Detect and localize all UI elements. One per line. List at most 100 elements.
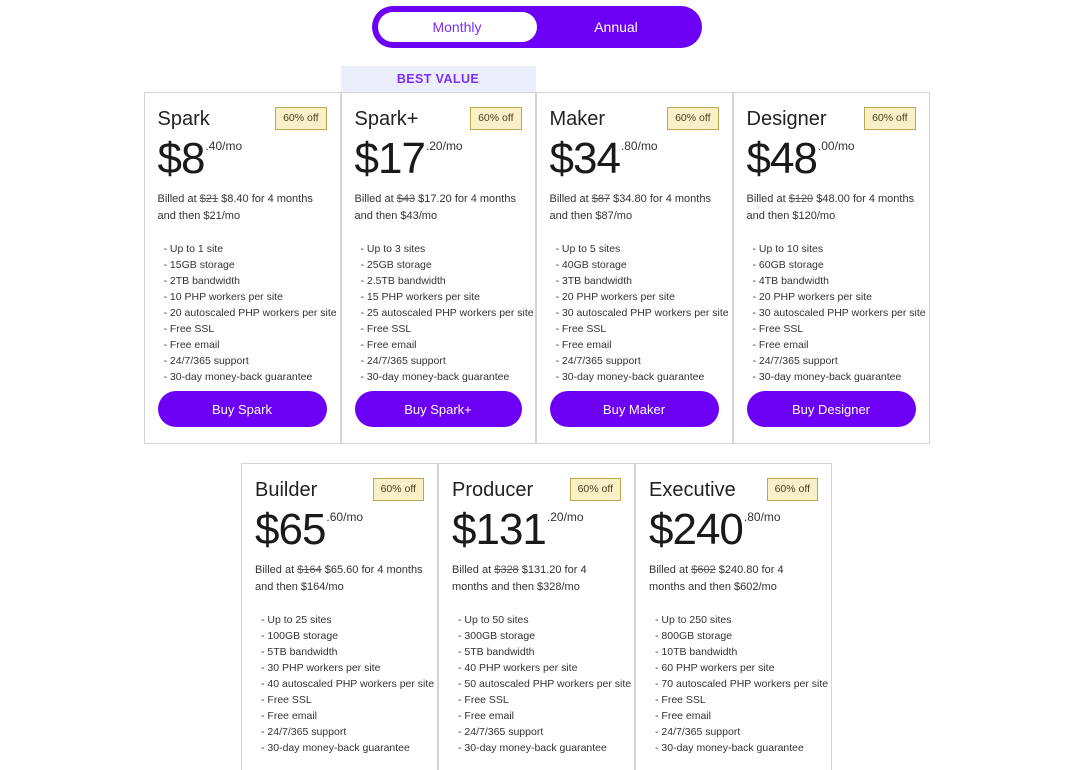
plan-card-builder: Builder 60% off $65.60/mo Billed at $164 $6… bbox=[241, 463, 438, 770]
plan-card-body: Builder 60% off $65.60/mo Billed at $164 $6… bbox=[241, 463, 438, 770]
plan-name: Spark+ bbox=[354, 108, 419, 130]
feature-item: Up to 10 sites bbox=[753, 241, 916, 257]
feature-item: 24/7/365 support bbox=[753, 353, 916, 369]
feature-item: 50 autoscaled PHP workers per site bbox=[458, 676, 631, 692]
feature-item: 800GB storage bbox=[655, 628, 818, 644]
original-price-strikethrough: $602 bbox=[691, 564, 716, 576]
price-cents-period: .00/mo bbox=[817, 139, 855, 153]
feature-item: 2.5TB bandwidth bbox=[361, 273, 522, 289]
billing-description: Billed at $602 $240.80 for 4 months and … bbox=[649, 562, 818, 596]
plan-price: $131.20/mo bbox=[452, 504, 621, 556]
buy-button-spark-plus[interactable]: Buy Spark+ bbox=[354, 391, 522, 427]
plan-card-executive: Executive 60% off $240.80/mo Billed at $602… bbox=[635, 463, 832, 770]
feature-item: 5TB bandwidth bbox=[458, 644, 621, 660]
billed-prefix: Billed at bbox=[649, 564, 692, 576]
billing-description: Billed at $328 $131.20 for 4 months and … bbox=[452, 562, 621, 596]
banner-spacer bbox=[733, 66, 930, 92]
billed-prefix: Billed at bbox=[746, 193, 789, 205]
billed-prefix: Billed at bbox=[549, 193, 592, 205]
price-amount: $131 bbox=[452, 505, 547, 554]
feature-list: Up to 25 sites100GB storage5TB bandwidth… bbox=[255, 612, 434, 756]
plan-card-maker: Maker 60% off $34.80/mo Billed at $87 $34.8… bbox=[535, 66, 733, 444]
feature-item: Up to 5 sites bbox=[556, 241, 719, 257]
feature-list: Up to 250 sites800GB storage10TB bandwid… bbox=[649, 612, 828, 756]
feature-item: Up to 250 sites bbox=[655, 612, 818, 628]
feature-item: 30-day money-back guarantee bbox=[655, 740, 818, 756]
plan-name: Producer bbox=[452, 479, 534, 501]
best-value-banner: BEST VALUE bbox=[340, 66, 536, 92]
price-amount: $65 bbox=[255, 505, 326, 554]
banner-spacer bbox=[536, 66, 733, 92]
price-amount: $8 bbox=[157, 134, 206, 183]
feature-item: 15GB storage bbox=[164, 257, 327, 273]
plan-card-header: Executive 60% off bbox=[649, 478, 818, 502]
feature-item: Free SSL bbox=[458, 692, 621, 708]
billed-prefix: Billed at bbox=[452, 564, 495, 576]
feature-item: Free SSL bbox=[164, 321, 327, 337]
plan-card-producer: Producer 60% off $131.20/mo Billed at $328 … bbox=[438, 463, 635, 770]
feature-item: 30-day money-back guarantee bbox=[164, 369, 327, 385]
feature-item: 60GB storage bbox=[753, 257, 916, 273]
feature-item: Free email bbox=[655, 708, 818, 724]
banner-spacer bbox=[144, 66, 341, 92]
feature-list: Up to 50 sites300GB storage5TB bandwidth… bbox=[452, 612, 631, 756]
billing-description: Billed at $21 $8.40 for 4 months and the… bbox=[158, 191, 327, 225]
plan-card-header: Designer 60% off bbox=[747, 107, 916, 131]
pricing-row-secondary: Builder 60% off $65.60/mo Billed at $164 $6… bbox=[0, 463, 1073, 770]
price-amount: $34 bbox=[549, 134, 621, 183]
feature-item: 40 autoscaled PHP workers per site bbox=[261, 676, 434, 692]
plan-price: $48.00/mo bbox=[747, 133, 916, 185]
buy-button-spark[interactable]: Buy Spark bbox=[157, 391, 327, 427]
feature-item: 30-day money-back guarantee bbox=[753, 369, 916, 385]
original-price-strikethrough: $87 bbox=[591, 193, 611, 205]
feature-item: 300GB storage bbox=[458, 628, 621, 644]
feature-item: 60 PHP workers per site bbox=[655, 660, 818, 676]
plan-card-designer: Designer 60% off $48.00/mo Billed at $120 $… bbox=[732, 66, 930, 444]
buy-button-designer[interactable]: Buy Designer bbox=[746, 391, 916, 427]
feature-item: 40 PHP workers per site bbox=[458, 660, 621, 676]
plan-card-body: Spark 60% off $8.40/mo Billed at $21 $8.40 … bbox=[143, 92, 341, 444]
feature-item: 30 autoscaled PHP workers per site bbox=[556, 305, 729, 321]
plan-card-spark-plus: BEST VALUE Spark+ 60% off $17.20/mo Billed a… bbox=[340, 66, 536, 444]
plan-name: Executive bbox=[649, 479, 736, 501]
plan-price: $65.60/mo bbox=[255, 504, 424, 556]
plan-card-header: Maker 60% off bbox=[550, 107, 719, 131]
original-price-strikethrough: $164 bbox=[297, 564, 322, 576]
plan-name: Maker bbox=[549, 108, 606, 130]
feature-item: 24/7/365 support bbox=[164, 353, 327, 369]
feature-list: Up to 10 sites60GB storage4TB bandwidth2… bbox=[747, 241, 926, 385]
price-cents-period: .80/mo bbox=[743, 510, 781, 524]
feature-item: 30-day money-back guarantee bbox=[361, 369, 522, 385]
billing-toggle-option-annual[interactable]: Annual bbox=[537, 12, 696, 42]
buy-button-container: Buy Designer bbox=[746, 391, 916, 443]
plan-card-body: Designer 60% off $48.00/mo Billed at $120 $… bbox=[732, 92, 930, 444]
plan-card-header: Spark+ 60% off bbox=[355, 107, 522, 131]
plan-name: Designer bbox=[746, 108, 827, 130]
feature-item: Up to 3 sites bbox=[361, 241, 522, 257]
feature-item: 10 PHP workers per site bbox=[164, 289, 327, 305]
billing-period-toggle[interactable]: Monthly Annual bbox=[371, 6, 702, 48]
billing-toggle-option-monthly[interactable]: Monthly bbox=[377, 12, 537, 42]
buy-button-container: Buy Maker bbox=[549, 391, 719, 443]
plan-card-header: Spark 60% off bbox=[158, 107, 327, 131]
discount-badge: 60% off bbox=[275, 107, 327, 130]
feature-item: Free email bbox=[361, 337, 522, 353]
feature-item: 5TB bandwidth bbox=[261, 644, 424, 660]
feature-list: Up to 3 sites25GB storage2.5TB bandwidth… bbox=[355, 241, 534, 385]
buy-button-maker[interactable]: Buy Maker bbox=[549, 391, 719, 427]
discount-badge: 60% off bbox=[864, 107, 916, 130]
price-amount: $240 bbox=[649, 505, 744, 554]
plan-price: $8.40/mo bbox=[158, 133, 327, 185]
discount-badge: 60% off bbox=[766, 478, 818, 501]
feature-item: 30 PHP workers per site bbox=[261, 660, 424, 676]
price-amount: $17 bbox=[354, 134, 426, 183]
price-cents-period: .40/mo bbox=[205, 139, 243, 153]
billing-description: Billed at $120 $48.00 for 4 months and t… bbox=[747, 191, 916, 225]
feature-item: Free email bbox=[164, 337, 327, 353]
billing-toggle-container: Monthly Annual bbox=[0, 0, 1073, 48]
feature-item: Free email bbox=[261, 708, 424, 724]
price-cents-period: .80/mo bbox=[620, 139, 658, 153]
feature-item: Up to 50 sites bbox=[458, 612, 621, 628]
plan-card-body: Spark+ 60% off $17.20/mo Billed at $43 $17.… bbox=[340, 92, 536, 444]
buy-button-container: Buy Spark+ bbox=[354, 391, 522, 443]
